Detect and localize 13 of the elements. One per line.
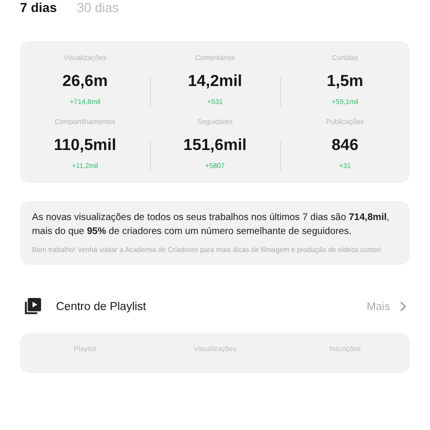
stat-value: 151,6mil — [183, 136, 247, 156]
chevron-icon — [400, 301, 407, 312]
period-tab[interactable]: 7 dias — [20, 0, 57, 16]
more-link[interactable]: Mais — [366, 300, 407, 312]
section-title: Centro de Playlist — [56, 300, 148, 312]
stat-value: 1,5m — [326, 72, 364, 92]
summary-text: As novas visualizações de todos os seus trabalhos nos últimos 7 dias são 714,8mil, mais do que 95% de criadores com um número semelhante de seguidores. — [32, 211, 390, 239]
stat-value: 14,2mil — [188, 72, 242, 92]
playlist-icon — [23, 297, 42, 316]
stat-value: 110,5mil — [54, 136, 116, 156]
stat-value: 26,6m — [62, 72, 108, 92]
period-tab[interactable]: 30 dias — [76, 0, 119, 16]
stat-value: 846 — [332, 136, 358, 156]
